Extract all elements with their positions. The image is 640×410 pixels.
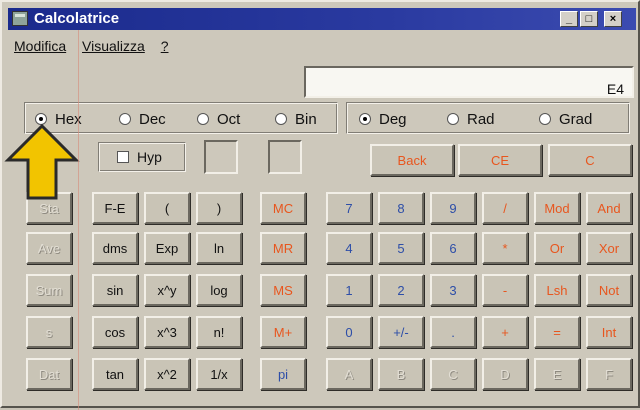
lsh-button[interactable]: Lsh bbox=[534, 274, 580, 306]
mc-button[interactable]: MC bbox=[260, 192, 306, 224]
menu-visualizza[interactable]: Visualizza bbox=[82, 38, 145, 54]
close-paren-button[interactable]: ) bbox=[196, 192, 242, 224]
radio-bin[interactable]: Bin bbox=[275, 111, 317, 128]
pi-button[interactable]: pi bbox=[260, 358, 306, 390]
memory-indicator bbox=[204, 140, 238, 174]
calculator-app-icon[interactable] bbox=[12, 11, 28, 26]
ce-button[interactable]: CE bbox=[458, 144, 542, 176]
maximize-button[interactable]: □ bbox=[580, 11, 598, 27]
radio-icon bbox=[275, 113, 287, 125]
open-paren-button[interactable]: ( bbox=[144, 192, 190, 224]
log-button[interactable]: log bbox=[196, 274, 242, 306]
xor-button[interactable]: Xor bbox=[586, 232, 632, 264]
radio-icon bbox=[119, 113, 131, 125]
hex-f-button[interactable]: F bbox=[586, 358, 632, 390]
title-bar: Calcolatrice _ □ × bbox=[8, 8, 636, 30]
x-squared-button[interactable]: x^2 bbox=[144, 358, 190, 390]
digit-5-button[interactable]: 5 bbox=[378, 232, 424, 264]
digit-8-button[interactable]: 8 bbox=[378, 192, 424, 224]
digit-1-button[interactable]: 1 bbox=[326, 274, 372, 306]
cos-button[interactable]: cos bbox=[92, 316, 138, 348]
int-button[interactable]: Int bbox=[586, 316, 632, 348]
decimal-button[interactable]: . bbox=[430, 316, 476, 348]
ms-button[interactable]: MS bbox=[260, 274, 306, 306]
digit-0-button[interactable]: 0 bbox=[326, 316, 372, 348]
sum-button[interactable]: Sum bbox=[26, 274, 72, 306]
or-button[interactable]: Or bbox=[534, 232, 580, 264]
window-title: Calcolatrice bbox=[34, 10, 120, 27]
radio-dec[interactable]: Dec bbox=[119, 111, 166, 128]
hyp-checkbox[interactable]: Hyp bbox=[117, 149, 162, 165]
menu-help[interactable]: ? bbox=[161, 38, 169, 54]
digit-2-button[interactable]: 2 bbox=[378, 274, 424, 306]
close-button[interactable]: × bbox=[604, 11, 622, 27]
tan-button[interactable]: tan bbox=[92, 358, 138, 390]
fe-button[interactable]: F-E bbox=[92, 192, 138, 224]
digit-7-button[interactable]: 7 bbox=[326, 192, 372, 224]
ave-button[interactable]: Ave bbox=[26, 232, 72, 264]
hex-c-button[interactable]: C bbox=[430, 358, 476, 390]
calculator-window: Calcolatrice _ □ × Modifica Visualizza ?… bbox=[0, 0, 640, 410]
hex-d-button[interactable]: D bbox=[482, 358, 528, 390]
add-button[interactable]: + bbox=[482, 316, 528, 348]
digit-6-button[interactable]: 6 bbox=[430, 232, 476, 264]
divide-button[interactable]: / bbox=[482, 192, 528, 224]
x-pow-y-button[interactable]: x^y bbox=[144, 274, 190, 306]
hex-e-button[interactable]: E bbox=[534, 358, 580, 390]
radio-deg[interactable]: Deg bbox=[359, 111, 407, 128]
subtract-button[interactable]: - bbox=[482, 274, 528, 306]
menu-modifica[interactable]: Modifica bbox=[14, 38, 66, 54]
margin-line bbox=[78, 30, 79, 410]
minimize-button[interactable]: _ bbox=[560, 11, 578, 27]
paren-indicator bbox=[268, 140, 302, 174]
digit-3-button[interactable]: 3 bbox=[430, 274, 476, 306]
x-cubed-button[interactable]: x^3 bbox=[144, 316, 190, 348]
not-button[interactable]: Not bbox=[586, 274, 632, 306]
checkbox-icon bbox=[117, 151, 129, 163]
radio-icon bbox=[447, 113, 459, 125]
c-button[interactable]: C bbox=[548, 144, 632, 176]
radio-rad[interactable]: Rad bbox=[447, 111, 495, 128]
radio-oct[interactable]: Oct bbox=[197, 111, 240, 128]
mod-button[interactable]: Mod bbox=[534, 192, 580, 224]
and-button[interactable]: And bbox=[586, 192, 632, 224]
ln-button[interactable]: ln bbox=[196, 232, 242, 264]
back-button[interactable]: Back bbox=[370, 144, 454, 176]
mr-button[interactable]: MR bbox=[260, 232, 306, 264]
sign-toggle-button[interactable]: +/- bbox=[378, 316, 424, 348]
radio-icon bbox=[197, 113, 209, 125]
menu-bar: Modifica Visualizza ? bbox=[14, 38, 181, 58]
hyp-group: Hyp bbox=[98, 142, 186, 172]
hex-a-button[interactable]: A bbox=[326, 358, 372, 390]
factorial-button[interactable]: n! bbox=[196, 316, 242, 348]
radio-icon bbox=[539, 113, 551, 125]
digit-9-button[interactable]: 9 bbox=[430, 192, 476, 224]
hex-b-button[interactable]: B bbox=[378, 358, 424, 390]
sin-button[interactable]: sin bbox=[92, 274, 138, 306]
angle-unit-group: Deg Rad Grad bbox=[346, 102, 630, 134]
radio-grad[interactable]: Grad bbox=[539, 111, 592, 128]
result-display: E4 bbox=[304, 66, 634, 98]
digit-4-button[interactable]: 4 bbox=[326, 232, 372, 264]
radio-selected-icon bbox=[359, 113, 371, 125]
exp-button[interactable]: Exp bbox=[144, 232, 190, 264]
equals-button[interactable]: = bbox=[534, 316, 580, 348]
multiply-button[interactable]: * bbox=[482, 232, 528, 264]
yellow-arrow-icon bbox=[4, 123, 80, 200]
m-plus-button[interactable]: M+ bbox=[260, 316, 306, 348]
s-button[interactable]: s bbox=[26, 316, 72, 348]
dat-button[interactable]: Dat bbox=[26, 358, 72, 390]
dms-button[interactable]: dms bbox=[92, 232, 138, 264]
reciprocal-button[interactable]: 1/x bbox=[196, 358, 242, 390]
